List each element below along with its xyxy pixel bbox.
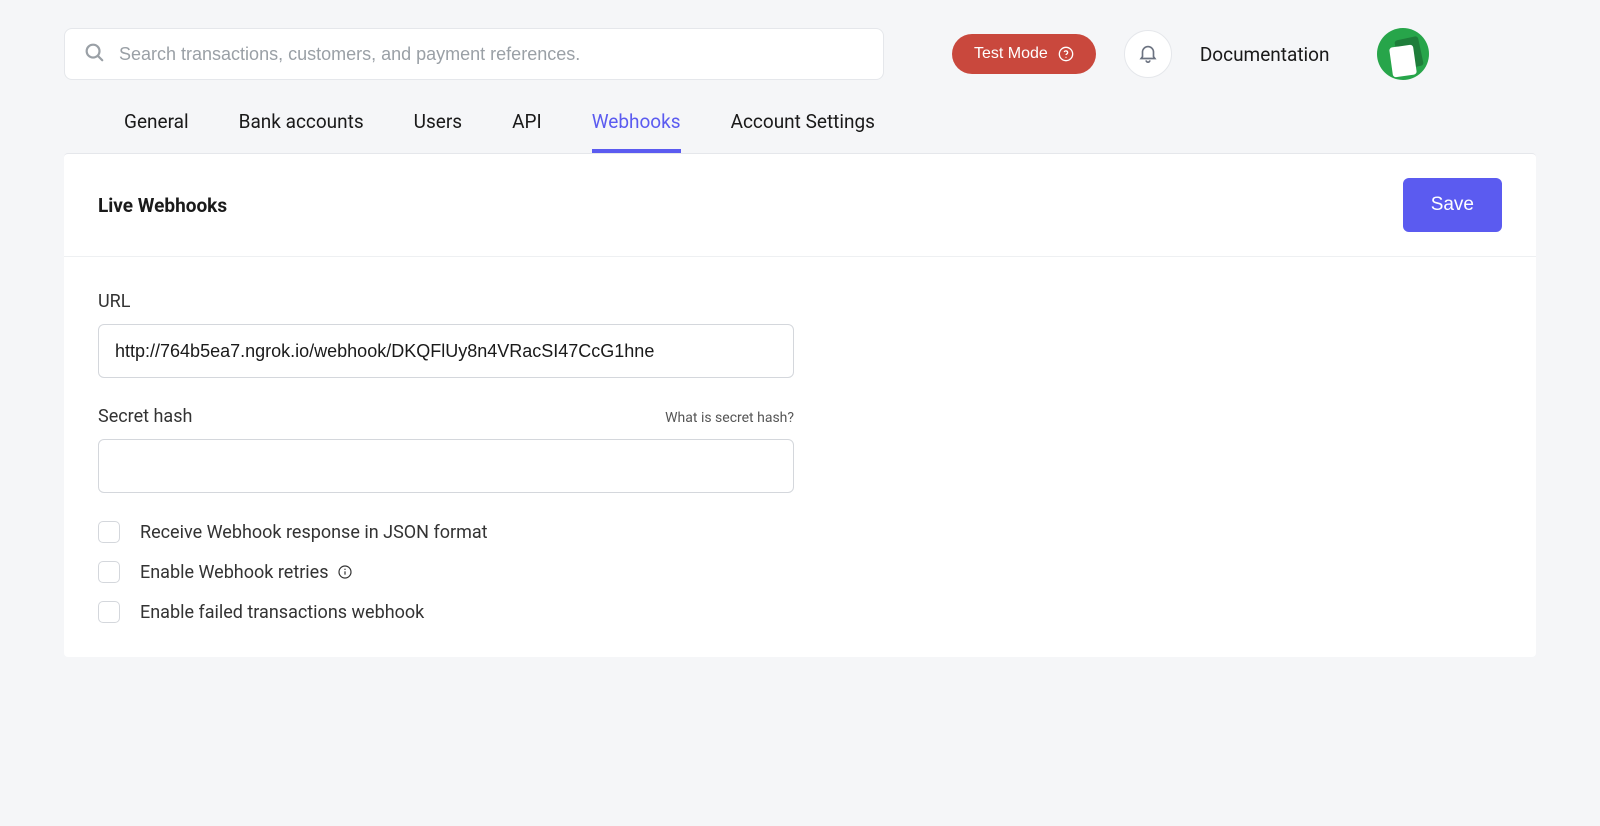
info-icon[interactable]	[337, 564, 353, 580]
tab-bank-accounts[interactable]: Bank accounts	[239, 110, 364, 153]
panel-header: Live Webhooks Save	[64, 154, 1536, 257]
tab-general[interactable]: General	[124, 110, 189, 153]
tab-account-settings[interactable]: Account Settings	[731, 110, 875, 153]
bell-icon	[1137, 42, 1159, 67]
save-button[interactable]: Save	[1403, 178, 1502, 232]
option-label: Enable Webhook retries	[140, 562, 353, 583]
option-label: Receive Webhook response in JSON format	[140, 522, 488, 543]
option-row: Enable failed transactions webhook	[98, 601, 794, 623]
search-input[interactable]	[119, 44, 865, 65]
secret-hash-input[interactable]	[98, 439, 794, 493]
option-text: Enable Webhook retries	[140, 562, 329, 583]
tab-users[interactable]: Users	[414, 110, 462, 153]
test-mode-button[interactable]: Test Mode	[952, 34, 1096, 74]
url-label: URL	[98, 291, 794, 312]
checkbox-webhook-retries[interactable]	[98, 561, 120, 583]
panel-title: Live Webhooks	[98, 194, 227, 217]
test-mode-label: Test Mode	[974, 45, 1048, 63]
secret-hash-label: Secret hash	[98, 406, 192, 427]
search-container	[64, 28, 884, 80]
url-input[interactable]	[98, 324, 794, 378]
documentation-link[interactable]: Documentation	[1200, 43, 1330, 66]
webhooks-panel: Live Webhooks Save URL Secret hash What …	[64, 153, 1536, 657]
notifications-button[interactable]	[1124, 30, 1172, 78]
search-icon	[83, 41, 105, 67]
option-row: Receive Webhook response in JSON format	[98, 521, 794, 543]
tab-api[interactable]: API	[512, 110, 542, 153]
secret-hash-help-link[interactable]: What is secret hash?	[665, 410, 794, 426]
panel-body: URL Secret hash What is secret hash? Rec…	[64, 257, 1536, 657]
help-icon	[1058, 46, 1074, 62]
topbar: Test Mode Documentation	[64, 28, 1536, 80]
tab-webhooks[interactable]: Webhooks	[592, 110, 681, 153]
option-label: Enable failed transactions webhook	[140, 602, 424, 623]
avatar[interactable]	[1377, 28, 1429, 80]
settings-tabs: General Bank accounts Users API Webhooks…	[64, 80, 1536, 153]
checkbox-json-format[interactable]	[98, 521, 120, 543]
option-text: Receive Webhook response in JSON format	[140, 522, 488, 543]
checkbox-failed-transactions[interactable]	[98, 601, 120, 623]
option-row: Enable Webhook retries	[98, 561, 794, 583]
option-text: Enable failed transactions webhook	[140, 602, 424, 623]
